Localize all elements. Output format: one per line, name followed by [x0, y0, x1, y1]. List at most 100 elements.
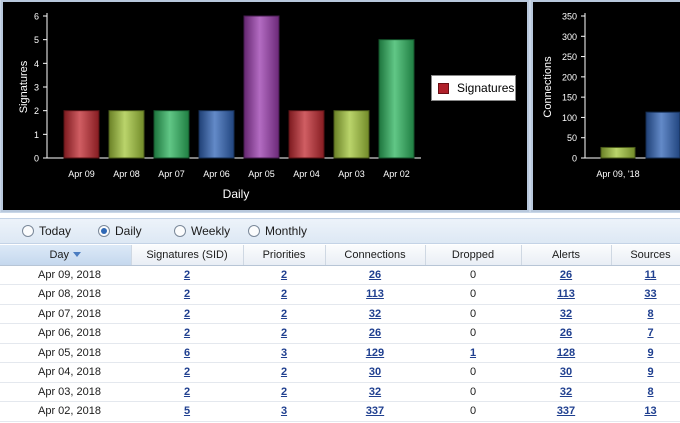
- connections-cell: 337: [325, 401, 425, 422]
- sources-link[interactable]: 33: [644, 288, 656, 300]
- x-tick-label: Apr 09, '18: [596, 169, 639, 179]
- y-tick-label: 200: [562, 72, 577, 82]
- connections-link[interactable]: 129: [366, 347, 384, 359]
- sources-cell: 8: [611, 382, 680, 402]
- connections-cell: 32: [325, 382, 425, 402]
- day-cell: Apr 03, 2018: [0, 382, 131, 402]
- y-tick-label: 350: [562, 12, 577, 22]
- connections-link[interactable]: 32: [369, 308, 381, 320]
- column-header-priorities[interactable]: Priorities: [243, 245, 326, 266]
- chart-bar: [63, 110, 100, 159]
- alerts-link[interactable]: 128: [557, 347, 575, 359]
- chart-bar: [108, 110, 145, 159]
- column-header-alerts[interactable]: Alerts: [521, 245, 612, 266]
- signatures-link[interactable]: 2: [184, 386, 190, 398]
- alerts-link[interactable]: 32: [560, 308, 572, 320]
- column-header-connections[interactable]: Connections: [325, 245, 426, 266]
- priorities-cell: 2: [243, 382, 325, 402]
- connections-cell: 113: [325, 284, 425, 305]
- radio-circle-monthly[interactable]: [248, 225, 260, 237]
- sources-link[interactable]: 9: [647, 366, 653, 378]
- table-row: Apr 02, 2018 5 3 337 0 337 13: [0, 401, 680, 422]
- table-row: Apr 05, 2018 6 3 129 1 128 9: [0, 343, 680, 363]
- y-tick-label: 100: [562, 113, 577, 123]
- connections-link[interactable]: 26: [369, 327, 381, 339]
- sources-link[interactable]: 11: [645, 269, 657, 281]
- table-row: Apr 04, 2018 2 2 30 0 30 9: [0, 362, 680, 383]
- sources-cell: 9: [611, 343, 680, 363]
- alerts-link[interactable]: 30: [560, 366, 572, 378]
- radio-circle-weekly[interactable]: [174, 225, 186, 237]
- radio-circle-today[interactable]: [22, 225, 34, 237]
- alerts-cell: 26: [521, 323, 611, 344]
- radio-daily[interactable]: Daily: [98, 224, 142, 238]
- radio-today[interactable]: Today: [22, 224, 71, 238]
- priorities-link[interactable]: 2: [281, 386, 287, 398]
- sources-cell: 13: [611, 401, 680, 422]
- connections-link[interactable]: 26: [369, 269, 381, 281]
- signatures-cell: 2: [131, 382, 243, 402]
- y-tick-label: 0: [572, 154, 577, 164]
- priorities-link[interactable]: 2: [281, 269, 287, 281]
- column-header-day[interactable]: Day: [0, 245, 132, 266]
- connections-cell: 32: [325, 304, 425, 324]
- sources-link[interactable]: 13: [644, 405, 656, 417]
- alerts-link[interactable]: 26: [560, 269, 572, 281]
- connections-link[interactable]: 32: [369, 386, 381, 398]
- sources-link[interactable]: 7: [647, 327, 653, 339]
- dropped-link[interactable]: 1: [470, 347, 476, 359]
- table-row: Apr 08, 2018 2 2 113 0 113 33: [0, 284, 680, 305]
- x-tick-label: Apr 02: [383, 169, 410, 179]
- column-header-dropped[interactable]: Dropped: [425, 245, 522, 266]
- priorities-link[interactable]: 2: [281, 288, 287, 300]
- radio-weekly[interactable]: Weekly: [174, 224, 230, 238]
- signatures-link[interactable]: 2: [184, 366, 190, 378]
- priorities-link[interactable]: 2: [281, 366, 287, 378]
- dropped-cell: 0: [425, 362, 521, 383]
- sources-cell: 11: [611, 265, 680, 285]
- day-cell: Apr 07, 2018: [0, 304, 131, 324]
- alerts-cell: 30: [521, 362, 611, 383]
- connections-chart: 0 50 100 150 200 250 300 350 Apr 09, '18 Connecti…: [542, 12, 680, 179]
- connections-cell: 129: [325, 343, 425, 363]
- day-cell: Apr 06, 2018: [0, 323, 131, 344]
- sort-descending-icon: [73, 252, 82, 258]
- signatures-link[interactable]: 2: [184, 308, 190, 320]
- radio-monthly[interactable]: Monthly: [248, 224, 307, 238]
- y-tick-label: 3: [34, 83, 39, 93]
- radio-circle-daily[interactable]: [98, 225, 110, 237]
- alerts-cell: 128: [521, 343, 611, 363]
- connections-cell: 30: [325, 362, 425, 383]
- alerts-cell: 32: [521, 304, 611, 324]
- alerts-link[interactable]: 32: [560, 386, 572, 398]
- column-header-sources[interactable]: Sources: [611, 245, 680, 266]
- alerts-cell: 337: [521, 401, 611, 422]
- signatures-link[interactable]: 2: [184, 327, 190, 339]
- signatures-link[interactable]: 2: [184, 269, 190, 281]
- priorities-link[interactable]: 3: [281, 347, 287, 359]
- alerts-link[interactable]: 113: [557, 288, 575, 300]
- column-header-signatures[interactable]: Signatures (SID): [131, 245, 244, 266]
- connections-link[interactable]: 337: [366, 405, 384, 417]
- dropped-cell: 0: [425, 323, 521, 344]
- sources-link[interactable]: 8: [647, 308, 653, 320]
- table-row: Apr 07, 2018 2 2 32 0 32 8: [0, 304, 680, 324]
- sources-link[interactable]: 9: [647, 347, 653, 359]
- signatures-link[interactable]: 2: [184, 288, 190, 300]
- table-row: Apr 06, 2018 2 2 26 0 26 7: [0, 323, 680, 344]
- dropped-cell: 0: [425, 382, 521, 402]
- alerts-link[interactable]: 26: [560, 327, 572, 339]
- sources-link[interactable]: 8: [647, 386, 653, 398]
- day-cell: Apr 08, 2018: [0, 284, 131, 305]
- dropped-cell: 0: [425, 265, 521, 285]
- connections-link[interactable]: 113: [366, 288, 384, 300]
- priorities-link[interactable]: 2: [281, 327, 287, 339]
- connections-link[interactable]: 30: [369, 366, 381, 378]
- legend-swatch: [438, 82, 449, 94]
- alerts-link[interactable]: 337: [557, 405, 575, 417]
- priorities-link[interactable]: 3: [281, 405, 287, 417]
- signatures-link[interactable]: 6: [184, 347, 190, 359]
- radio-label-daily: Daily: [115, 224, 142, 238]
- signatures-link[interactable]: 5: [184, 405, 190, 417]
- priorities-link[interactable]: 2: [281, 308, 287, 320]
